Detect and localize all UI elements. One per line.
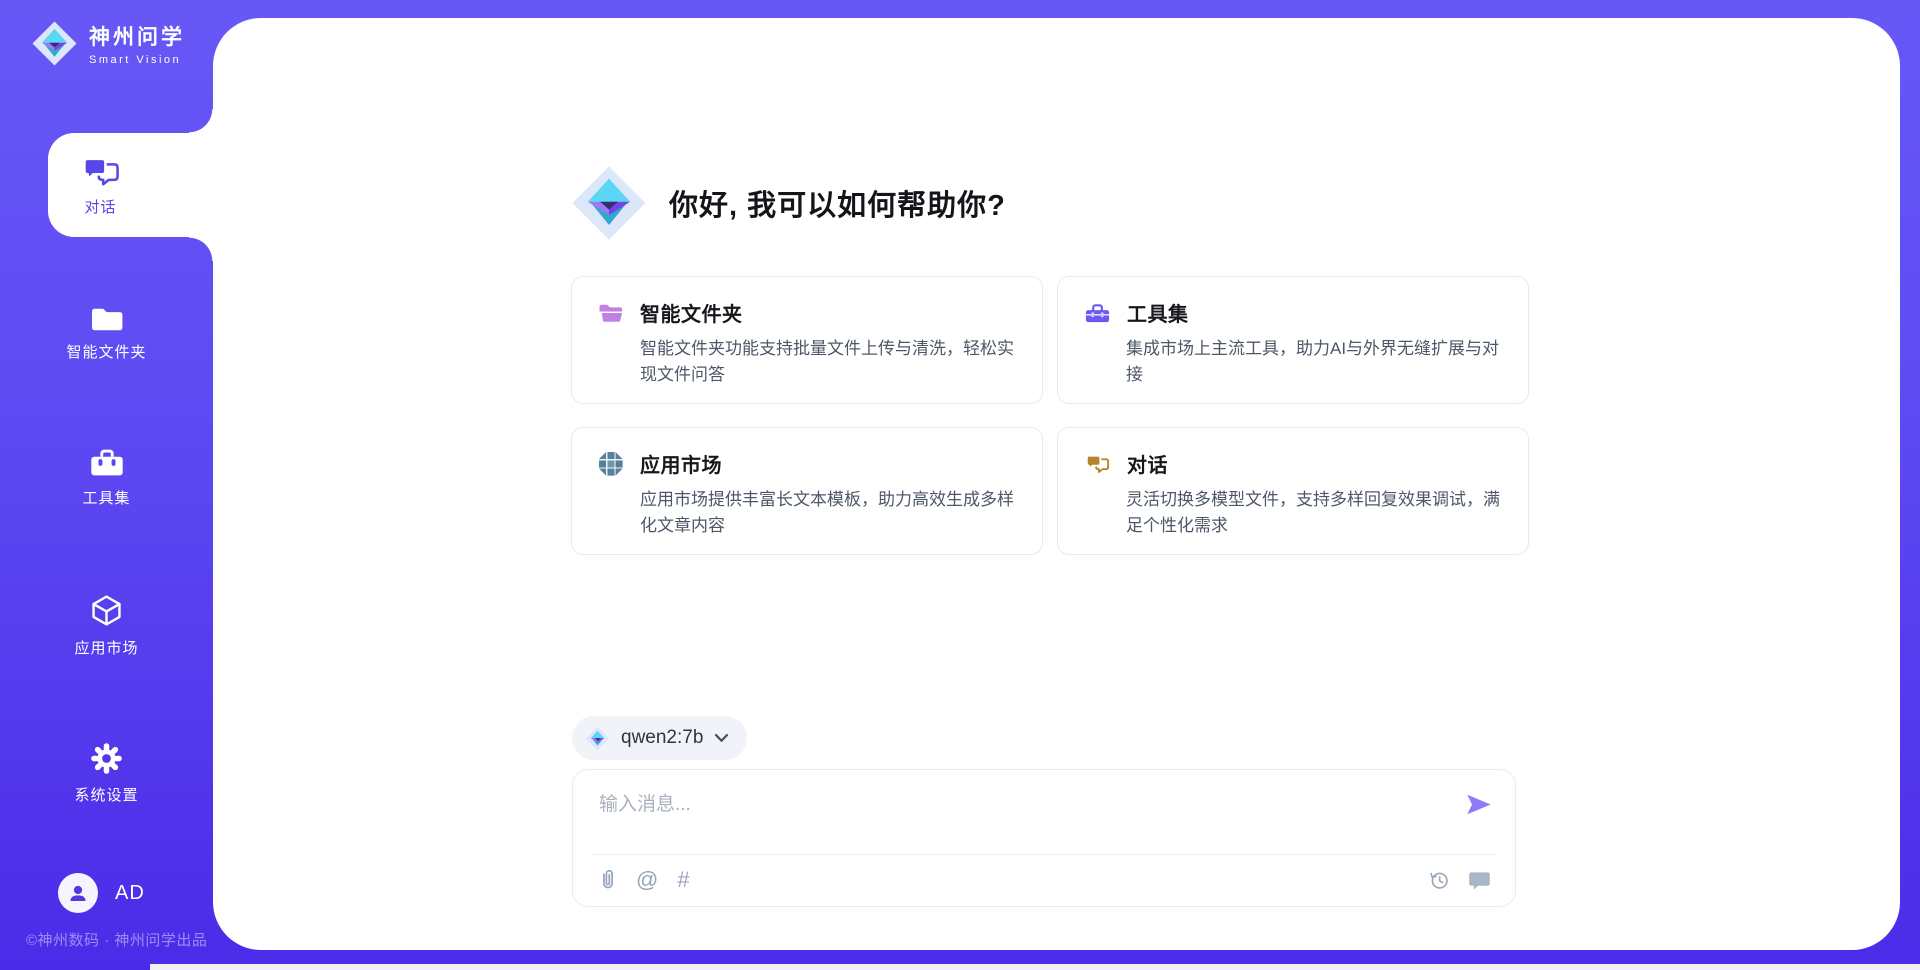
person-icon — [66, 881, 90, 905]
sidebar-item-label: 系统设置 — [74, 784, 138, 805]
sidebar-item-smart-folder[interactable]: 智能文件夹 — [0, 304, 213, 362]
card-title: 对话 — [1127, 449, 1168, 478]
card-title: 工具集 — [1127, 298, 1189, 327]
history-icon — [1428, 880, 1451, 895]
model-selector[interactable]: qwen2:7b — [572, 716, 747, 760]
chat-bubble-button[interactable] — [1468, 870, 1491, 891]
folder-icon — [89, 304, 125, 333]
avatar — [58, 873, 98, 913]
hashtag-icon: # — [677, 867, 689, 892]
sidebar-item-label: 智能文件夹 — [66, 341, 146, 362]
greeting-title: 你好, 我可以如何帮助你? — [669, 182, 1006, 224]
copyright-text: ©神州数码 · 神州问学出品 — [26, 929, 207, 950]
greeting-logo-diamond-icon — [570, 164, 648, 242]
sidebar-item-label: 对话 — [84, 196, 116, 217]
card-smart-folder[interactable]: 智能文件夹 智能文件夹功能支持批量文件上传与清洗，轻松实现文件问答 — [571, 276, 1043, 404]
chat-bubbles-icon — [1084, 452, 1111, 475]
history-button[interactable] — [1428, 869, 1451, 892]
card-toolset[interactable]: 工具集 集成市场上主流工具，助力AI与外界无缝扩展与对接 — [1057, 276, 1529, 404]
chat-bubbles-icon — [80, 153, 122, 189]
card-description: 智能文件夹功能支持批量文件上传与清洗，轻松实现文件问答 — [640, 336, 1016, 387]
card-description: 灵活切换多模型文件，支持多样回复效果调试，满足个性化需求 — [1126, 487, 1502, 538]
user-initials: AD — [115, 882, 145, 905]
brand-name: 神州问学 — [89, 21, 185, 51]
gear-icon — [89, 741, 124, 776]
attachment-icon — [598, 880, 617, 895]
hashtag-button[interactable]: # — [677, 868, 689, 892]
sidebar-item-toolset[interactable]: 工具集 — [0, 446, 213, 508]
sidebar-item-label: 工具集 — [82, 487, 130, 508]
brand-subtitle: Smart Vision — [89, 54, 185, 66]
active-tab-bottom-fillet — [189, 237, 214, 261]
cube-icon — [88, 592, 125, 629]
user-profile[interactable]: AD — [58, 873, 145, 913]
chevron-down-icon — [714, 733, 729, 743]
logo-diamond-icon — [585, 726, 610, 751]
message-composer: @ # — [572, 769, 1516, 907]
send-button[interactable] — [1465, 792, 1493, 817]
card-chat[interactable]: 对话 灵活切换多模型文件，支持多样回复效果调试，满足个性化需求 — [1057, 427, 1529, 555]
attach-file-button[interactable] — [598, 867, 617, 892]
brand[interactable]: 神州问学 Smart Vision — [31, 20, 185, 67]
greeting-block: 你好, 我可以如何帮助你? — [570, 164, 1006, 242]
sidebar-item-app-market[interactable]: 应用市场 — [0, 592, 213, 658]
at-mention-icon: @ — [636, 867, 658, 892]
briefcase-icon — [88, 446, 126, 479]
at-mention-button[interactable]: @ — [636, 868, 658, 892]
open-folder-icon — [598, 302, 624, 324]
card-app-market[interactable]: 应用市场 应用市场提供丰富长文本模板，助力高效生成多样化文章内容 — [571, 427, 1043, 555]
model-name: qwen2:7b — [621, 727, 703, 749]
horizontal-scrollbar[interactable] — [150, 964, 1920, 970]
card-description: 集成市场上主流工具，助力AI与外界无缝扩展与对接 — [1126, 336, 1502, 387]
sidebar-item-chat[interactable]: 对话 — [48, 133, 215, 237]
sidebar-item-settings[interactable]: 系统设置 — [0, 741, 213, 805]
card-title: 应用市场 — [640, 449, 722, 478]
feature-cards: 智能文件夹 智能文件夹功能支持批量文件上传与清洗，轻松实现文件问答 工具集 集成… — [571, 276, 1517, 555]
grid-cube-icon — [598, 451, 624, 477]
chat-bubble-icon — [1468, 879, 1491, 894]
message-input[interactable] — [597, 787, 1437, 847]
active-tab-top-fillet — [189, 109, 214, 133]
toolbox-icon — [1084, 301, 1111, 325]
card-title: 智能文件夹 — [640, 298, 743, 327]
card-description: 应用市场提供丰富长文本模板，助力高效生成多样化文章内容 — [640, 487, 1016, 538]
sidebar-item-label: 应用市场 — [74, 637, 138, 658]
brand-logo-diamond-icon — [31, 20, 78, 67]
composer-divider — [591, 854, 1497, 855]
send-icon — [1465, 805, 1493, 820]
